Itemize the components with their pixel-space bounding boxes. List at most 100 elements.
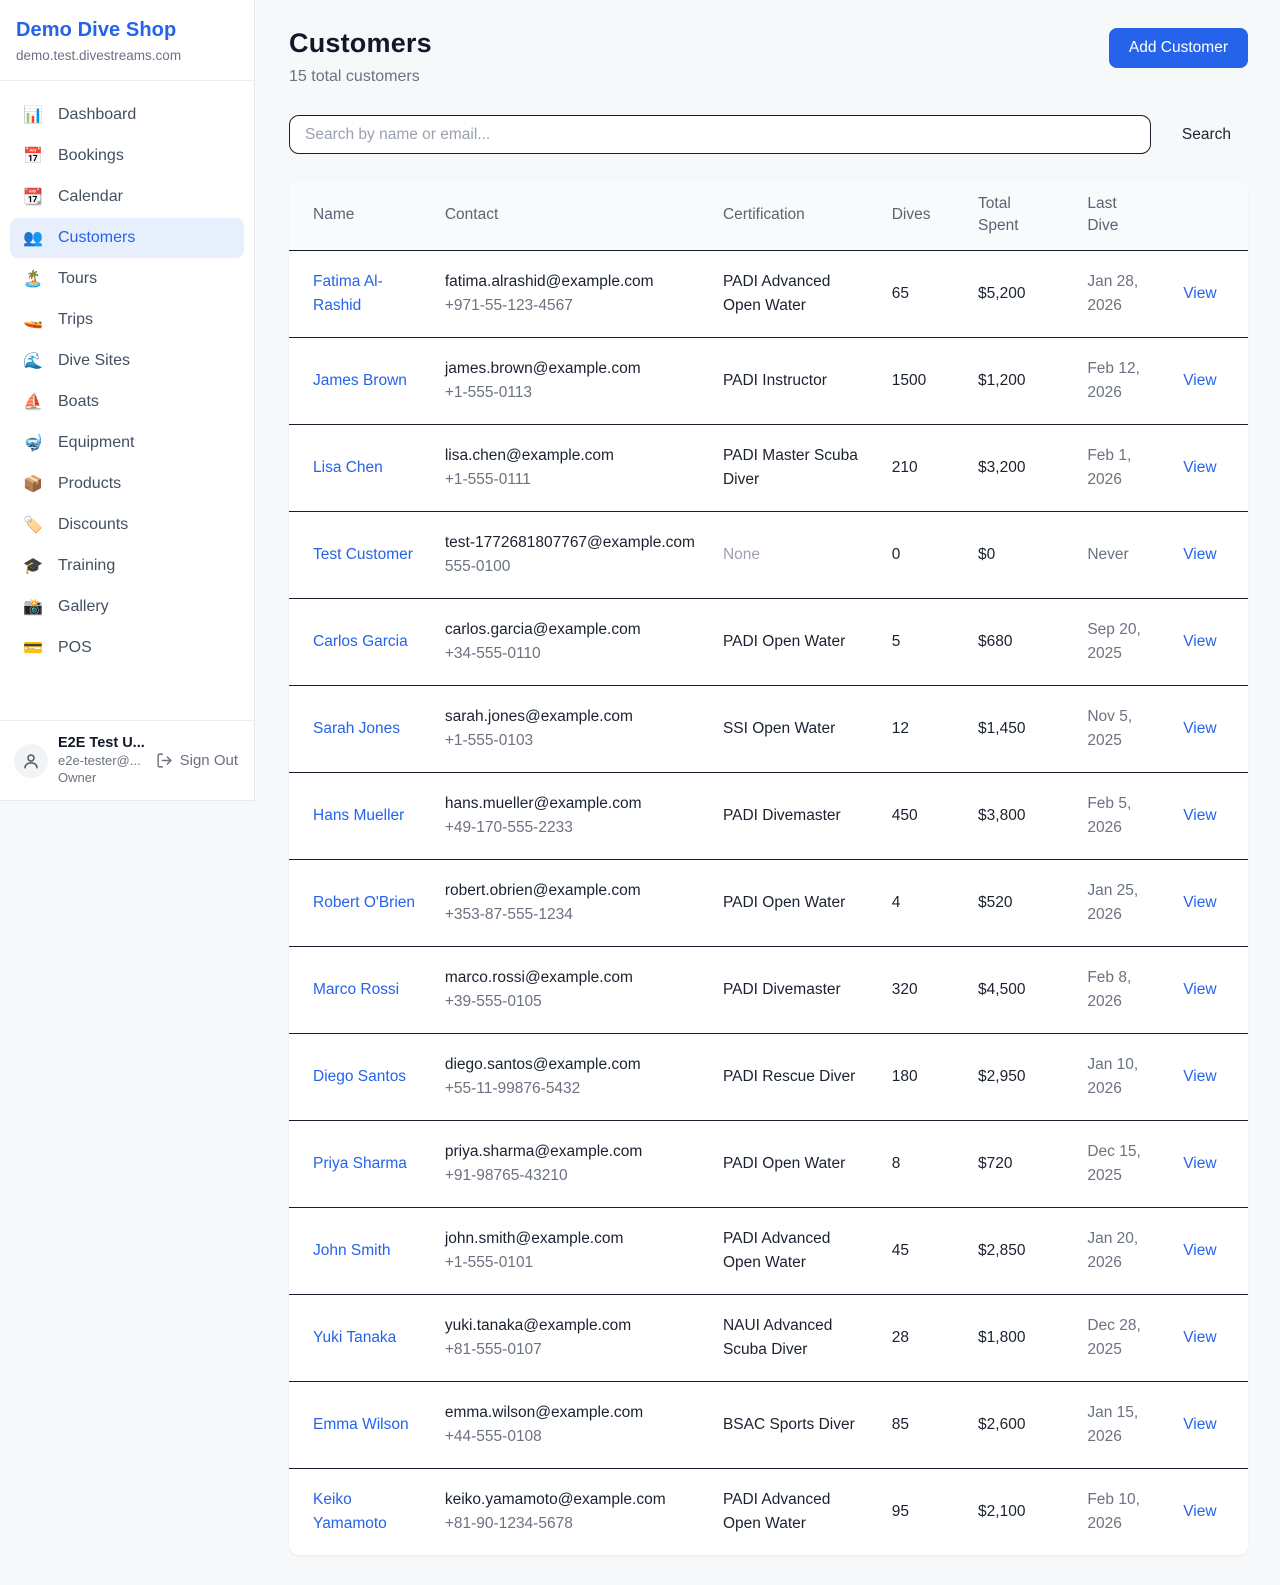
customer-contact-cell: robert.obrien@example.com+353-87-555-123… [433, 860, 711, 947]
view-customer-link[interactable]: View [1183, 1242, 1216, 1259]
customer-certification: PADI Instructor [723, 372, 827, 389]
customer-name-cell: Keiko Yamamoto [289, 1469, 433, 1556]
view-customer-link[interactable]: View [1183, 633, 1216, 650]
customer-phone: +81-555-0107 [445, 1338, 699, 1362]
sidebar-item-dashboard[interactable]: 📊Dashboard [10, 95, 244, 135]
customer-actions-cell: View [1171, 860, 1248, 947]
customer-certification: PADI Advanced Open Water [723, 273, 830, 314]
speedboat-icon: 🚤 [22, 310, 44, 330]
view-customer-link[interactable]: View [1183, 894, 1216, 911]
customer-name-link[interactable]: Fatima Al-Rashid [313, 273, 383, 314]
customer-name-cell: Fatima Al-Rashid [289, 250, 433, 337]
view-customer-link[interactable]: View [1183, 285, 1216, 302]
customer-name-cell: Priya Sharma [289, 1121, 433, 1208]
sign-out-button[interactable]: Sign Out [154, 750, 240, 771]
customer-name-link[interactable]: Keiko Yamamoto [313, 1491, 387, 1532]
customer-name-link[interactable]: Sarah Jones [313, 720, 400, 737]
tag-icon: 🏷️ [22, 515, 44, 535]
customer-total-spent: $3,800 [966, 773, 1075, 860]
customer-name-link[interactable]: Diego Santos [313, 1068, 406, 1085]
app: Demo Dive Shop demo.test.divestreams.com… [0, 0, 1280, 1585]
customer-name-link[interactable]: Hans Mueller [313, 807, 404, 824]
customer-contact-cell: yuki.tanaka@example.com+81-555-0107 [433, 1295, 711, 1382]
customer-name-cell: Sarah Jones [289, 686, 433, 773]
customer-last-dive: Jan 25, 2026 [1075, 860, 1171, 947]
search-button[interactable]: Search [1165, 120, 1248, 150]
view-customer-link[interactable]: View [1183, 807, 1216, 824]
view-customer-link[interactable]: View [1183, 546, 1216, 563]
sidebar-item-trips[interactable]: 🚤Trips [10, 300, 244, 340]
customer-certification: PADI Advanced Open Water [723, 1491, 830, 1532]
sidebar-item-customers[interactable]: 👥Customers [10, 218, 244, 258]
customer-name-link[interactable]: James Brown [313, 372, 407, 389]
page-subtitle: 15 total customers [289, 68, 432, 86]
view-customer-link[interactable]: View [1183, 459, 1216, 476]
sidebar-item-boats[interactable]: ⛵Boats [10, 382, 244, 422]
add-customer-button[interactable]: Add Customer [1109, 28, 1248, 68]
view-customer-link[interactable]: View [1183, 1416, 1216, 1433]
customer-email: robert.obrien@example.com [445, 879, 699, 903]
page-title: Customers [289, 28, 432, 59]
table-header: NameContactCertificationDivesTotal Spent… [289, 181, 1248, 250]
customer-name-link[interactable]: Carlos Garcia [313, 633, 408, 650]
customer-total-spent: $1,800 [966, 1295, 1075, 1382]
customer-certification-cell: PADI Instructor [711, 337, 880, 424]
customer-name-link[interactable]: Yuki Tanaka [313, 1329, 396, 1346]
search-input[interactable] [289, 115, 1151, 154]
customer-table-body: Fatima Al-Rashid fatima.alrashid@example.… [289, 250, 1248, 1555]
sidebar-item-label: Dashboard [58, 106, 136, 124]
customer-certification: PADI Open Water [723, 1155, 845, 1172]
sidebar-item-label: POS [58, 639, 92, 657]
customer-name-link[interactable]: Priya Sharma [313, 1155, 407, 1172]
customer-total-spent: $520 [966, 860, 1075, 947]
customer-email: keiko.yamamoto@example.com [445, 1488, 699, 1512]
sidebar-item-label: Boats [58, 393, 99, 411]
customer-last-dive: Jan 28, 2026 [1075, 250, 1171, 337]
sidebar-item-calendar[interactable]: 📆Calendar [10, 177, 244, 217]
customer-name-link[interactable]: Robert O'Brien [313, 894, 415, 911]
page-title-block: Customers 15 total customers [289, 28, 432, 86]
customer-dives: 1500 [880, 337, 966, 424]
customer-name-cell: Yuki Tanaka [289, 1295, 433, 1382]
customer-name-link[interactable]: Emma Wilson [313, 1416, 409, 1433]
view-customer-link[interactable]: View [1183, 1155, 1216, 1172]
customer-email: fatima.alrashid@example.com [445, 270, 699, 294]
sidebar-item-products[interactable]: 📦Products [10, 464, 244, 504]
customer-email: emma.wilson@example.com [445, 1401, 699, 1425]
diving-mask-icon: 🤿 [22, 433, 44, 453]
customer-dives: 320 [880, 947, 966, 1034]
sidebar-item-label: Calendar [58, 188, 123, 206]
view-customer-link[interactable]: View [1183, 372, 1216, 389]
customer-name-cell: Diego Santos [289, 1034, 433, 1121]
sidebar-item-dive-sites[interactable]: 🌊 Dive Sites [10, 341, 244, 381]
view-customer-link[interactable]: View [1183, 1503, 1216, 1520]
customer-certification-cell: PADI Advanced Open Water [711, 250, 880, 337]
column-header-certification: Certification [711, 181, 880, 250]
view-customer-link[interactable]: View [1183, 1068, 1216, 1085]
sidebar-item-pos[interactable]: 💳POS [10, 628, 244, 668]
sidebar-item-discounts[interactable]: 🏷️Discounts [10, 505, 244, 545]
sidebar-item-training[interactable]: 🎓Training [10, 546, 244, 586]
table-row: Robert O'Brien robert.obrien@example.com+… [289, 860, 1248, 947]
sidebar-item-label: Dive Sites [58, 352, 130, 370]
table-row: James Brownjames.brown@example.com+1-555… [289, 337, 1248, 424]
customer-dives: 5 [880, 599, 966, 686]
sidebar-item-label: Tours [58, 270, 97, 288]
sidebar-item-equipment[interactable]: 🤿Equipment [10, 423, 244, 463]
customer-email: hans.mueller@example.com [445, 792, 699, 816]
sidebar-item-tours[interactable]: 🏝️Tours [10, 259, 244, 299]
wave-icon: 🌊 [22, 351, 44, 371]
sidebar-item-label: Gallery [58, 598, 109, 616]
sidebar-item-bookings[interactable]: 📅Bookings [10, 136, 244, 176]
table-row: Fatima Al-Rashid fatima.alrashid@example.… [289, 250, 1248, 337]
view-customer-link[interactable]: View [1183, 720, 1216, 737]
sidebar-item-gallery[interactable]: 📸Gallery [10, 587, 244, 627]
customer-name-link[interactable]: Lisa Chen [313, 459, 383, 476]
customer-name-link[interactable]: John Smith [313, 1242, 391, 1259]
user-role: Owner [58, 770, 144, 787]
view-customer-link[interactable]: View [1183, 1329, 1216, 1346]
view-customer-link[interactable]: View [1183, 981, 1216, 998]
customer-name-cell: Test Customer [289, 512, 433, 599]
customer-name-link[interactable]: Marco Rossi [313, 981, 399, 998]
customer-name-link[interactable]: Test Customer [313, 546, 413, 563]
